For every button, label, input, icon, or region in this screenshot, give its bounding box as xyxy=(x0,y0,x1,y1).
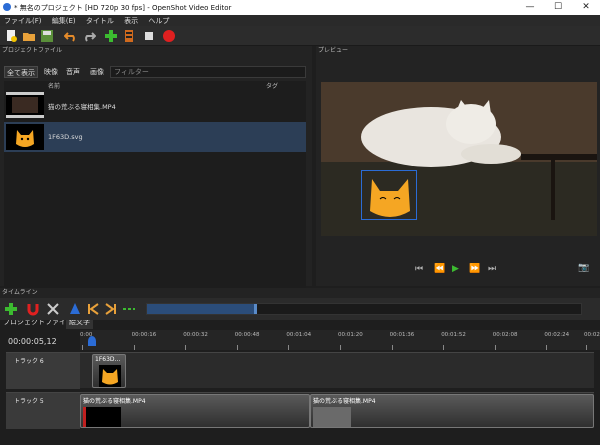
timeline-toolbar xyxy=(0,298,600,320)
track-5[interactable]: トラック 5 猫の荒ぶる寝相集.MP4 猫の荒ぶる寝相集.MP4 xyxy=(6,392,594,429)
center-timeline-icon[interactable] xyxy=(122,302,136,316)
video-thumbnail xyxy=(6,92,44,118)
zoom-slider[interactable] xyxy=(146,303,582,315)
clip-video-1[interactable]: 猫の荒ぶる寝相集.MP4 xyxy=(80,394,310,428)
project-files-title: プロジェクトファイル xyxy=(2,47,63,54)
file-row-video[interactable]: 猫の荒ぶる寝相集.MP4 xyxy=(4,90,306,120)
ruler-tick-mark xyxy=(236,345,238,350)
video-preview[interactable] xyxy=(321,82,597,236)
fast-forward-icon[interactable]: ⏩ xyxy=(469,264,480,274)
profile-icon[interactable] xyxy=(122,29,136,43)
filter-tab-video[interactable]: 映像 xyxy=(42,66,60,78)
time-ruler[interactable]: 0:00 00:00:16 00:00:32 00:00:48 00:01:04 00:0… xyxy=(80,330,600,350)
window-titlebar: * 無名のプロジェクト [HD 720p 30 fps] - OpenShot … xyxy=(0,0,600,15)
preview-title: プレビュー xyxy=(318,47,349,54)
filter-tab-image[interactable]: 画像 xyxy=(88,66,106,78)
filter-tab-audio[interactable]: 音声 xyxy=(64,66,82,78)
close-button[interactable]: ✕ xyxy=(572,0,600,15)
add-track-icon[interactable] xyxy=(4,302,18,316)
ruler-tick-label: 00:01:04 xyxy=(286,332,312,338)
ruler-tick-mark xyxy=(586,345,587,350)
ruler-tick-mark xyxy=(288,345,290,350)
timecode: 00:00:05,12 xyxy=(8,337,57,346)
svg-thumbnail xyxy=(6,124,44,150)
previous-marker-icon[interactable] xyxy=(86,302,100,316)
timeline-title: タイムライン xyxy=(2,289,38,296)
ruler-tick-label: 00:01:20 xyxy=(338,332,363,338)
add-marker-icon[interactable] xyxy=(68,302,82,316)
rewind-icon[interactable]: ⏪ xyxy=(434,264,445,274)
column-header-name: 名前 xyxy=(48,83,61,90)
ruler-tick-label: 00:02 xyxy=(584,332,600,338)
clip-svg[interactable]: 1F63D... xyxy=(92,354,126,388)
ruler-tick-mark xyxy=(185,345,187,350)
ruler-tick-mark xyxy=(133,345,135,350)
clip-label: 1F63D... xyxy=(95,356,121,363)
file-row-svg[interactable]: 1F63D.svg xyxy=(4,122,306,152)
zoom-slider-handle[interactable] xyxy=(147,304,257,314)
fullscreen-icon[interactable] xyxy=(142,29,156,43)
maximize-button[interactable]: ☐ xyxy=(544,0,572,15)
next-marker-icon[interactable] xyxy=(104,302,118,316)
menu-bar: ファイル(F) 編集(E) タイトル 表示 ヘルプ xyxy=(0,15,600,26)
window-title: * 無名のプロジェクト [HD 720p 30 fps] - OpenShot … xyxy=(14,4,232,12)
clip-video-2[interactable]: 猫の荒ぶる寝相集.MP4 xyxy=(310,394,594,428)
track-name: トラック 5 xyxy=(6,393,80,429)
ruler-tick-mark xyxy=(443,345,445,350)
ruler-tick-label: 00:02:24 xyxy=(544,332,570,338)
jump-start-icon[interactable]: ⏮ xyxy=(415,264,423,274)
filter-tab-all[interactable]: 全て表示 xyxy=(4,66,38,78)
ruler-tick-label: 00:01:52 xyxy=(441,332,466,338)
ruler-tick-label: 00:00:16 xyxy=(131,332,157,338)
openshot-logo-icon xyxy=(3,3,11,11)
jump-end-icon[interactable]: ⏭ xyxy=(488,264,496,274)
save-project-icon[interactable] xyxy=(40,29,54,43)
clip-thumbnail xyxy=(83,407,121,427)
ruler-tick-mark xyxy=(82,345,83,350)
filter-row: 全て表示 映像 音声 画像 フィルター xyxy=(4,66,306,78)
file-list: 名前 タグ 猫の荒ぶる寝相集.MP4 1F63D.svg xyxy=(4,81,306,319)
column-header-tag: タグ xyxy=(266,83,279,90)
ruler-tick-mark xyxy=(340,345,341,350)
clip-label: 猫の荒ぶる寝相集.MP4 xyxy=(313,398,376,405)
main-toolbar xyxy=(0,26,600,46)
track-6[interactable]: トラック 6 1F63D... xyxy=(6,352,594,389)
filter-input[interactable]: フィルター xyxy=(110,66,306,78)
minimize-button[interactable]: — xyxy=(516,0,544,15)
razor-icon[interactable] xyxy=(46,302,60,316)
new-project-icon[interactable] xyxy=(4,29,18,43)
ruler-tick-label: 00:00:32 xyxy=(183,332,208,338)
undo-icon[interactable] xyxy=(64,29,78,43)
snap-icon[interactable] xyxy=(26,302,40,316)
playhead-icon[interactable] xyxy=(88,336,96,346)
play-icon[interactable]: ▶ xyxy=(452,264,459,274)
ruler-tick-label: 00:01:36 xyxy=(389,332,415,338)
transform-handle-box[interactable] xyxy=(361,170,417,220)
ruler-tick-label: 00:02:08 xyxy=(492,332,518,338)
ruler-tick-mark xyxy=(391,345,393,350)
ruler-tick-label: 00:00:48 xyxy=(234,332,260,338)
clip-thumbnail xyxy=(313,407,351,427)
ruler-tick-mark xyxy=(546,345,548,350)
clip-label: 猫の荒ぶる寝相集.MP4 xyxy=(83,398,146,405)
camera-icon[interactable]: 📷 xyxy=(578,263,589,273)
import-files-icon[interactable] xyxy=(104,29,118,43)
file-name: 猫の荒ぶる寝相集.MP4 xyxy=(48,103,116,111)
file-name: 1F63D.svg xyxy=(48,133,83,141)
open-project-icon[interactable] xyxy=(22,29,36,43)
timeline-header: タイムライン xyxy=(0,288,600,298)
ruler-tick-mark xyxy=(494,345,496,350)
redo-icon[interactable] xyxy=(82,29,96,43)
export-icon[interactable] xyxy=(162,29,176,43)
project-files-panel: プロジェクトファイル 全て表示 映像 音声 画像 フィルター 名前 タグ 猫の荒… xyxy=(0,46,312,329)
track-name: トラック 6 xyxy=(6,353,80,389)
